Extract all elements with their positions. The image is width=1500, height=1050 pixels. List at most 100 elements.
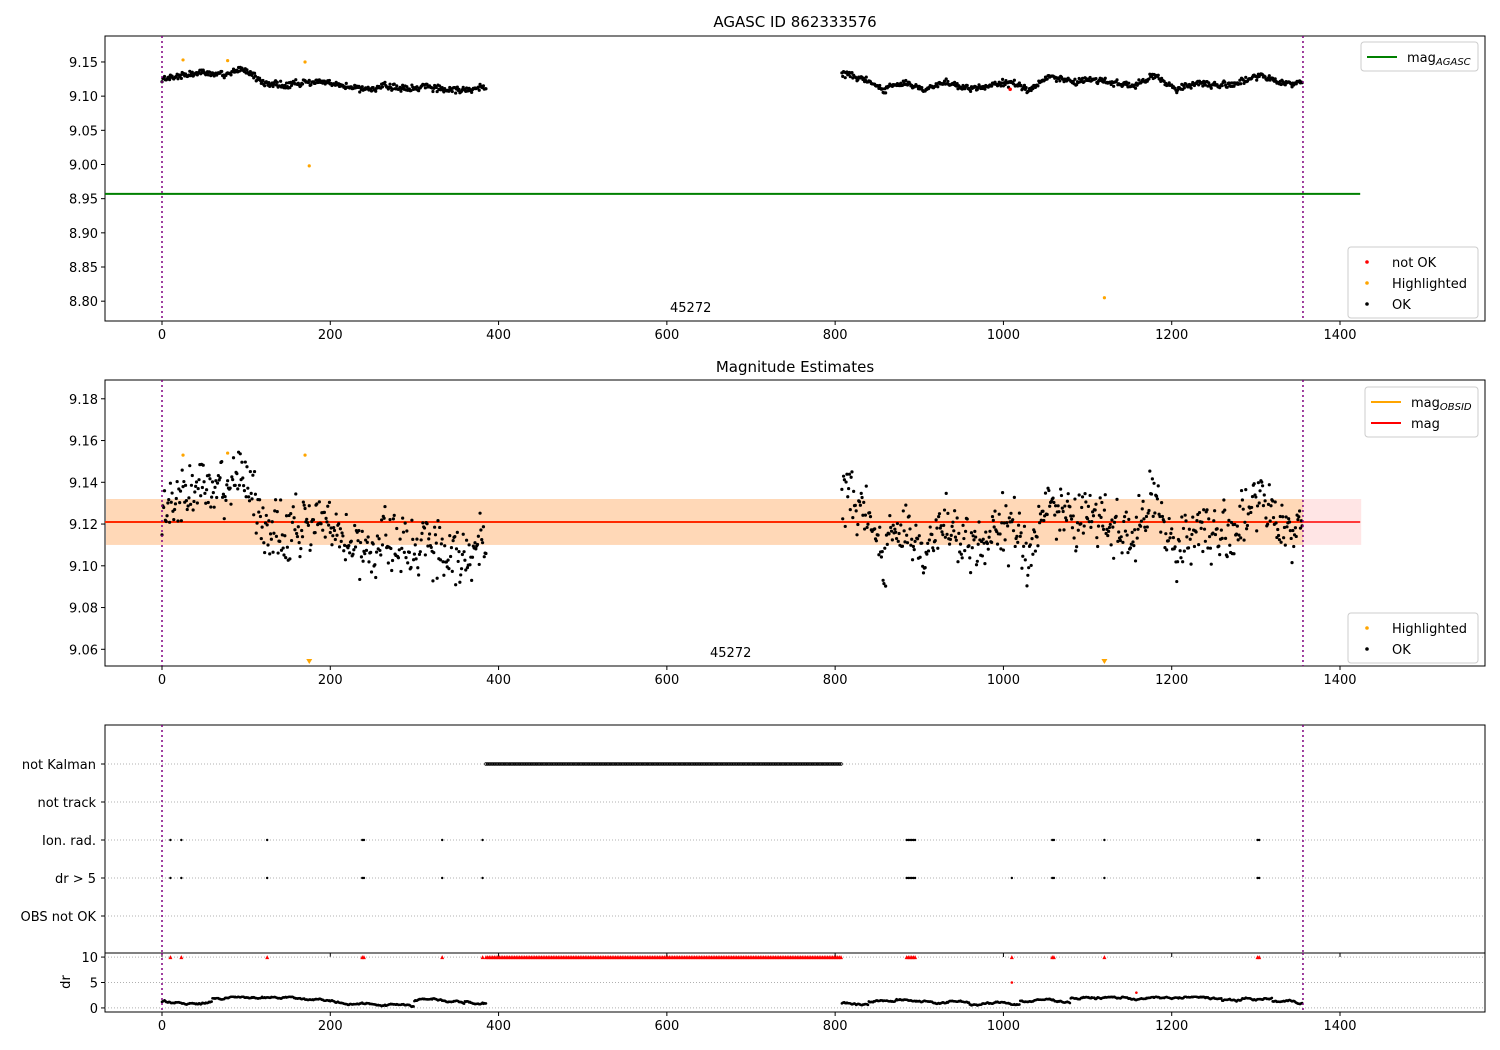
ok-point <box>1188 537 1192 541</box>
ok-point <box>1144 514 1149 519</box>
ok-point <box>337 545 342 549</box>
dr-gt5-point <box>180 876 183 880</box>
ok-point <box>1112 84 1116 88</box>
ok-point <box>415 537 419 541</box>
dr-point <box>1018 1003 1021 1006</box>
ok-point <box>848 508 852 512</box>
ok-point <box>984 530 988 534</box>
ok-point <box>305 517 309 521</box>
ok-point <box>200 485 204 490</box>
ok-point <box>246 486 250 490</box>
ok-point <box>897 531 901 536</box>
ok-point <box>447 566 451 571</box>
ok-point <box>888 514 892 518</box>
ok-point <box>936 85 940 89</box>
ok-point <box>454 547 459 551</box>
ok-point <box>1273 500 1277 504</box>
ok-point <box>963 529 968 533</box>
ok-point <box>975 559 979 563</box>
dr-gt5-point <box>265 876 269 880</box>
y-tick-label: 9.00 <box>69 158 98 173</box>
ok-point <box>1070 526 1075 530</box>
ok-point <box>1016 540 1020 545</box>
ok-point <box>891 523 895 527</box>
ok-point <box>179 76 183 80</box>
dr-outlier-point <box>1135 991 1138 994</box>
ok-point <box>937 515 941 519</box>
ok-point <box>322 510 326 514</box>
ok-point <box>1117 530 1121 534</box>
ok-point <box>967 544 971 548</box>
ok-point <box>1200 520 1204 524</box>
ok-point <box>417 573 421 577</box>
ok-point <box>206 500 210 505</box>
ok-point <box>455 530 459 534</box>
y-tick-label: 9.18 <box>69 393 98 408</box>
ok-point <box>168 481 173 485</box>
ok-point <box>195 501 199 505</box>
ok-point <box>1223 536 1228 540</box>
ok-point <box>223 494 227 499</box>
ok-point <box>983 87 987 91</box>
x-tick-label: 400 <box>486 1019 511 1034</box>
ok-point <box>213 485 217 489</box>
ok-point <box>1076 528 1080 532</box>
ok-point <box>970 546 974 550</box>
ok-point <box>279 79 283 83</box>
ok-point <box>407 550 411 554</box>
y-tick-label: 9.16 <box>69 435 98 450</box>
y-tick-label: 8.80 <box>69 295 98 310</box>
ok-point <box>1042 518 1046 523</box>
legend-point-swatch <box>1365 626 1369 630</box>
ok-point <box>406 561 410 565</box>
ok-point <box>917 534 921 538</box>
ok-point <box>1236 538 1240 542</box>
ok-point <box>1048 504 1052 508</box>
ok-point <box>1181 526 1186 531</box>
ok-point <box>201 463 205 467</box>
ok-point <box>1280 503 1284 507</box>
ok-point <box>1258 489 1262 493</box>
ok-point <box>1009 511 1013 515</box>
ion-rad-point <box>440 838 444 842</box>
ok-point <box>351 552 355 556</box>
ok-point <box>1249 510 1253 515</box>
ok-point <box>1107 529 1111 533</box>
ok-point <box>1225 555 1229 559</box>
ok-point <box>1220 83 1224 88</box>
ok-point <box>954 538 958 542</box>
ok-point <box>250 497 254 501</box>
ok-point <box>191 508 195 512</box>
ok-point <box>1043 491 1048 495</box>
ok-point <box>388 517 392 522</box>
ok-point <box>1058 528 1062 532</box>
ok-point <box>965 83 969 88</box>
ok-point <box>1132 543 1136 548</box>
ok-point <box>1262 493 1266 497</box>
ok-point <box>210 480 215 484</box>
highlighted-point <box>181 453 185 457</box>
ok-point <box>272 531 276 535</box>
dr-point <box>1220 996 1223 1000</box>
highlighted-point <box>226 59 230 63</box>
ok-point <box>261 78 265 83</box>
ok-point <box>353 545 358 549</box>
ok-point <box>1026 573 1030 577</box>
ok-point <box>289 538 294 543</box>
ok-point <box>879 555 884 559</box>
ok-point <box>1244 488 1248 492</box>
ok-point <box>1101 524 1105 528</box>
ok-point <box>1209 86 1213 90</box>
ok-point <box>1057 510 1061 514</box>
ok-point <box>1072 536 1076 540</box>
ok-point <box>264 513 268 518</box>
ok-point <box>432 550 436 555</box>
x-tick-label: 400 <box>486 673 511 688</box>
ok-point <box>990 514 995 519</box>
dr-gt5-point <box>1103 876 1106 880</box>
ok-point <box>208 477 212 481</box>
x-tick-label: 1400 <box>1323 673 1356 688</box>
x-tick-label: 600 <box>654 328 679 343</box>
ok-point <box>229 73 233 77</box>
ok-point <box>282 553 286 557</box>
